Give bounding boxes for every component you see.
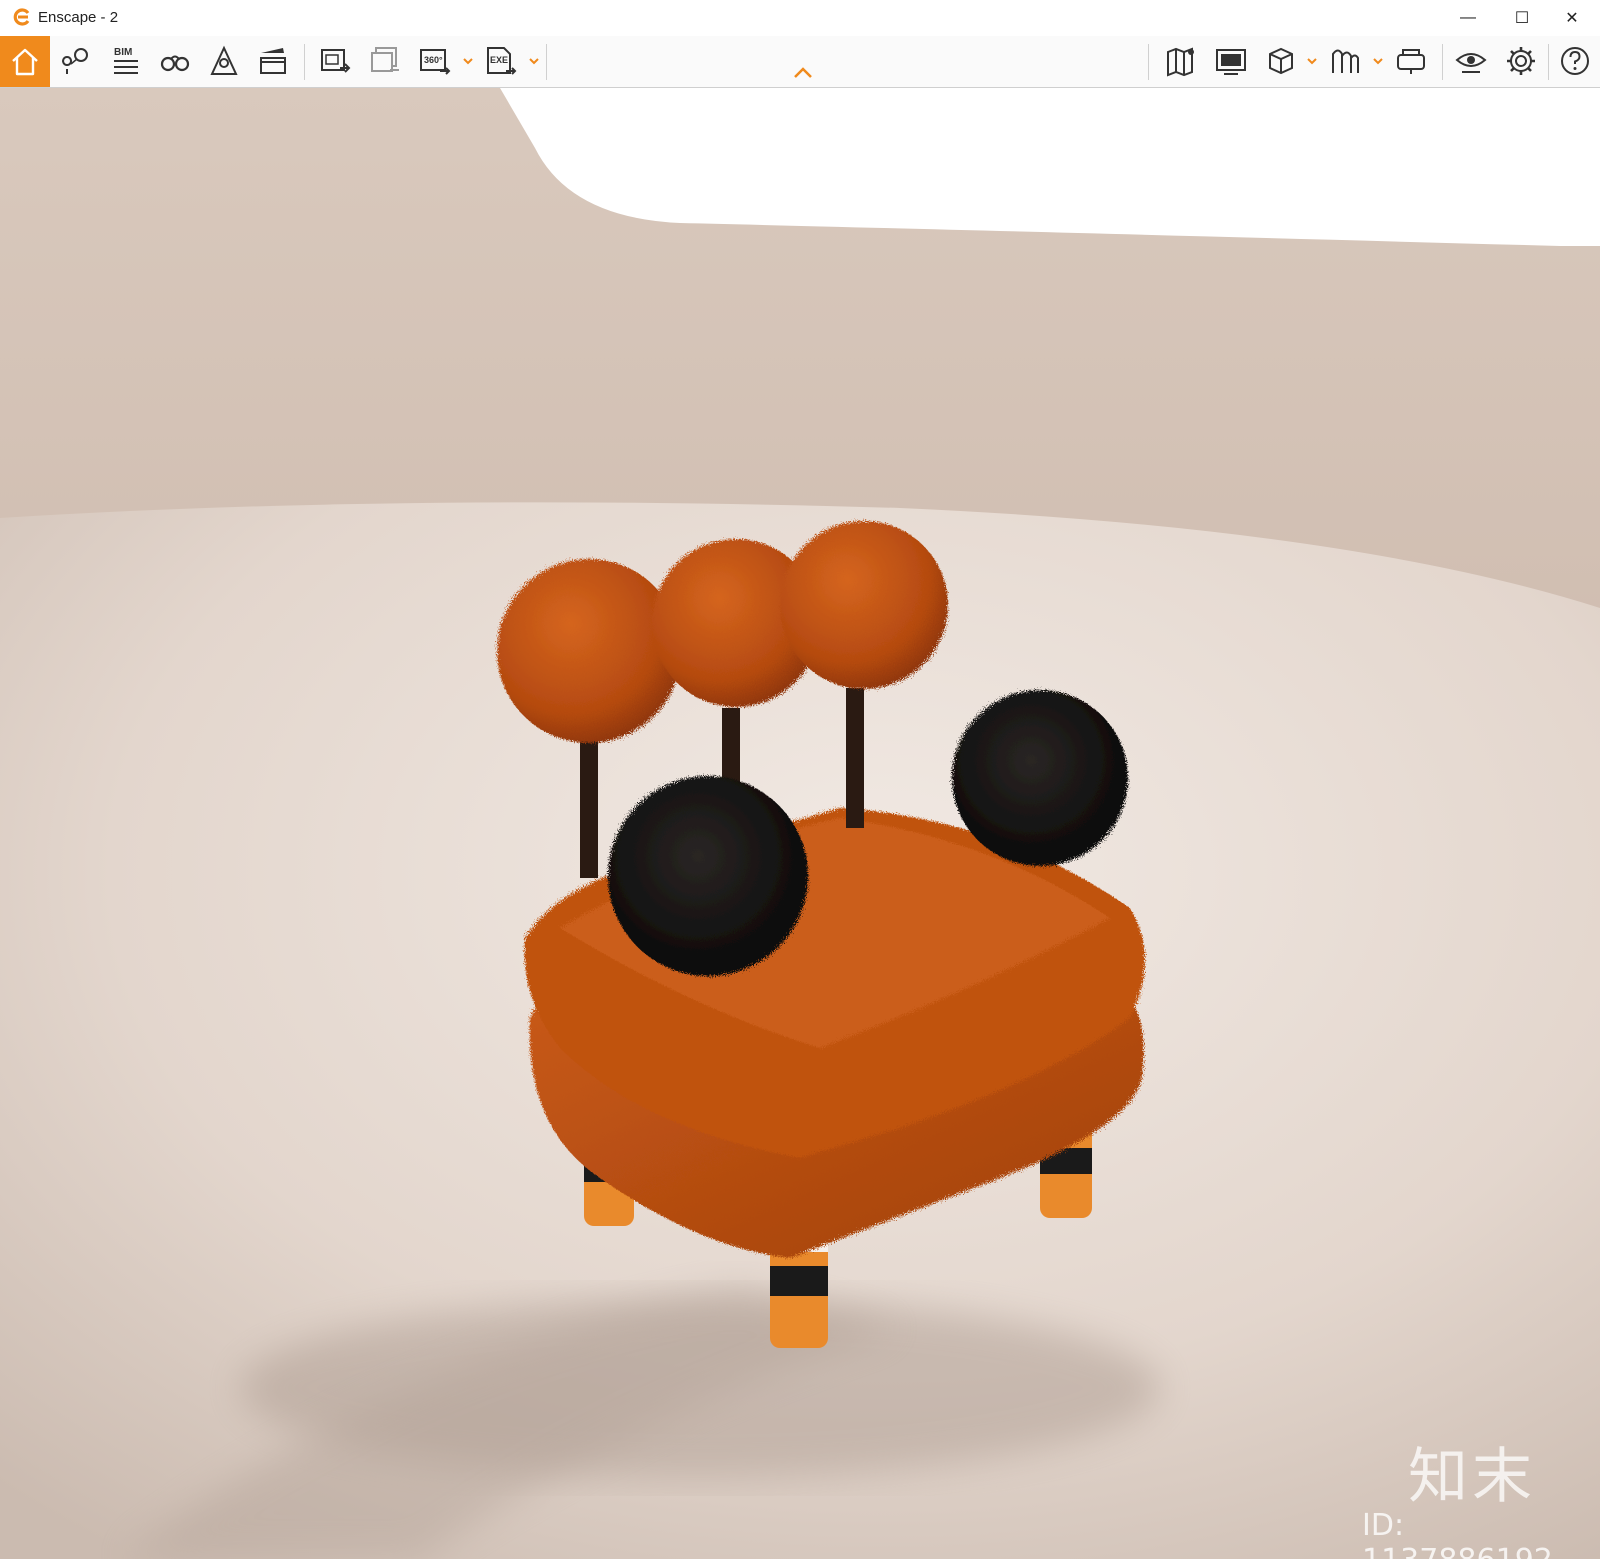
location-pin-icon xyxy=(62,48,88,74)
chevron-down-icon xyxy=(1373,58,1383,65)
batch-export-icon xyxy=(371,47,399,72)
chevron-down-icon xyxy=(1307,58,1317,65)
video-editor-button[interactable] xyxy=(252,40,294,82)
toolbar-separator xyxy=(304,44,305,80)
toolbar-separator xyxy=(546,44,547,80)
asset-library-button[interactable] xyxy=(1260,40,1302,82)
map-button[interactable] xyxy=(1160,40,1202,82)
scene-render xyxy=(0,88,1600,1559)
material-editor-icon xyxy=(1332,49,1359,73)
collapse-toolbar-button[interactable] xyxy=(792,66,814,80)
asset-cube-icon xyxy=(1269,47,1293,75)
visual-settings-button[interactable] xyxy=(1450,40,1492,82)
light-view-button[interactable] xyxy=(203,40,245,82)
bim-icon: BIM xyxy=(114,47,138,74)
panorama-button[interactable]: 360° xyxy=(414,40,456,82)
capture-monitor-icon xyxy=(1216,49,1246,75)
location-button[interactable] xyxy=(55,40,97,82)
toolbar-separator xyxy=(1148,44,1149,80)
enscape-logo-icon xyxy=(13,8,30,26)
svg-text:EXE: EXE xyxy=(490,55,508,65)
window-title: Enscape - 2 xyxy=(38,9,119,26)
exe-export-button[interactable]: EXE xyxy=(480,40,522,82)
help-button[interactable] xyxy=(1554,40,1596,82)
svg-text:360°: 360° xyxy=(424,55,443,65)
close-icon: ✕ xyxy=(1565,10,1579,27)
material-editor-button[interactable] xyxy=(1324,40,1366,82)
chevron-down-icon xyxy=(529,58,539,65)
visual-settings-eye-icon xyxy=(1455,53,1487,73)
vr-headset-icon xyxy=(1397,49,1425,74)
binoculars-icon xyxy=(160,55,190,72)
render-viewport[interactable]: 知末 ID: 1137886192 xyxy=(0,88,1600,1559)
title-bar: Enscape - 2 — ☐ ✕ xyxy=(0,0,1600,36)
exe-dropdown[interactable] xyxy=(528,54,540,68)
bim-button[interactable]: BIM xyxy=(104,40,146,82)
views-button[interactable] xyxy=(154,40,196,82)
material-dropdown[interactable] xyxy=(1372,54,1384,68)
light-view-icon xyxy=(210,45,238,75)
asset-dropdown[interactable] xyxy=(1306,54,1318,68)
screenshot-button[interactable] xyxy=(314,40,356,82)
help-icon xyxy=(1561,47,1589,75)
screenshot-export-icon xyxy=(321,49,351,73)
main-toolbar: BIM 360° EXE xyxy=(0,36,1600,88)
minimize-button[interactable]: — xyxy=(1440,0,1496,36)
vr-button[interactable] xyxy=(1390,40,1432,82)
chevron-down-icon xyxy=(463,58,473,65)
map-icon xyxy=(1167,47,1194,77)
settings-button[interactable] xyxy=(1500,40,1542,82)
toolbar-separator xyxy=(1548,44,1549,80)
panorama-360-icon: 360° xyxy=(420,49,451,75)
watermark-id: ID: 1137886192 xyxy=(1362,1508,1553,1559)
settings-gear-icon xyxy=(1507,47,1535,75)
panorama-dropdown[interactable] xyxy=(462,54,474,68)
home-icon xyxy=(12,48,38,75)
minimize-icon: — xyxy=(1460,9,1476,26)
svg-text:BIM: BIM xyxy=(114,47,132,58)
home-button[interactable] xyxy=(0,36,50,87)
exe-export-icon: EXE xyxy=(487,47,517,75)
close-button[interactable]: ✕ xyxy=(1544,0,1600,36)
capture-button[interactable] xyxy=(1210,40,1252,82)
batch-export-button[interactable] xyxy=(364,40,406,82)
clapperboard-icon xyxy=(260,48,286,74)
maximize-icon: ☐ xyxy=(1514,10,1530,27)
watermark-brand: 知末 xyxy=(1408,1442,1536,1512)
toolbar-separator xyxy=(1442,44,1443,80)
maximize-button[interactable]: ☐ xyxy=(1494,0,1550,36)
